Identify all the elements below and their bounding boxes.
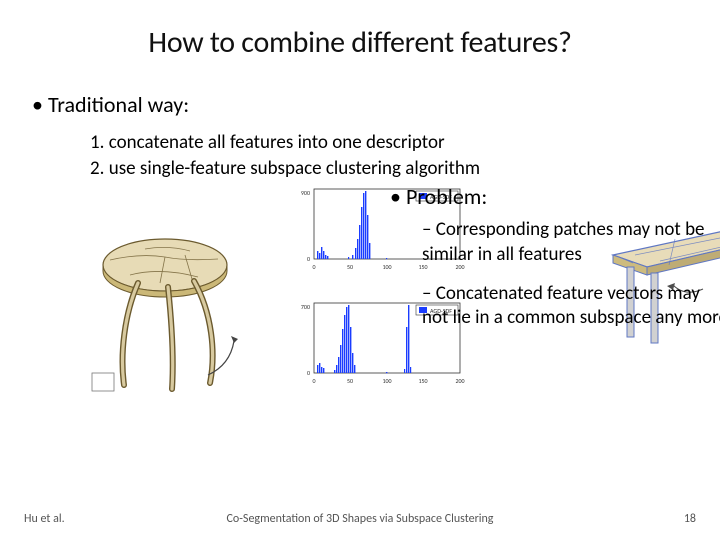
problem-column: Problem: Corresponding patches may not b… <box>390 183 720 345</box>
bullet-traditional: Traditional way: <box>32 91 670 118</box>
svg-text:150: 150 <box>418 377 427 385</box>
problem-item-1: Corresponding patches may not be similar… <box>422 218 720 267</box>
body: Traditional way: concatenate all feature… <box>0 61 720 449</box>
numbered-steps: concatenate all features into one descri… <box>90 130 670 181</box>
footer: Hu et al. Co-Segmentation of 3D Shapes v… <box>0 512 720 526</box>
svg-text:200: 200 <box>455 377 464 385</box>
svg-text:100: 100 <box>382 377 391 385</box>
svg-text:900: 900 <box>301 189 310 197</box>
slide-title: How to combine different features? <box>0 0 720 61</box>
svg-text:0: 0 <box>312 263 315 271</box>
svg-text:0: 0 <box>312 377 315 385</box>
bullet-problem: Problem: <box>390 183 720 210</box>
svg-text:50: 50 <box>347 377 353 385</box>
footer-center: Co-Segmentation of 3D Shapes via Subspac… <box>0 512 720 526</box>
svg-text:50: 50 <box>347 263 353 271</box>
step-1: concatenate all features into one descri… <box>90 130 670 156</box>
problem-item-2: Concatenated feature vectors may not lie… <box>422 282 720 331</box>
step-2: use single-feature subspace clustering a… <box>90 156 670 182</box>
svg-text:700: 700 <box>301 303 310 311</box>
round-table-illustration <box>90 225 240 395</box>
svg-text:0: 0 <box>307 255 310 263</box>
svg-text:0: 0 <box>307 369 310 377</box>
